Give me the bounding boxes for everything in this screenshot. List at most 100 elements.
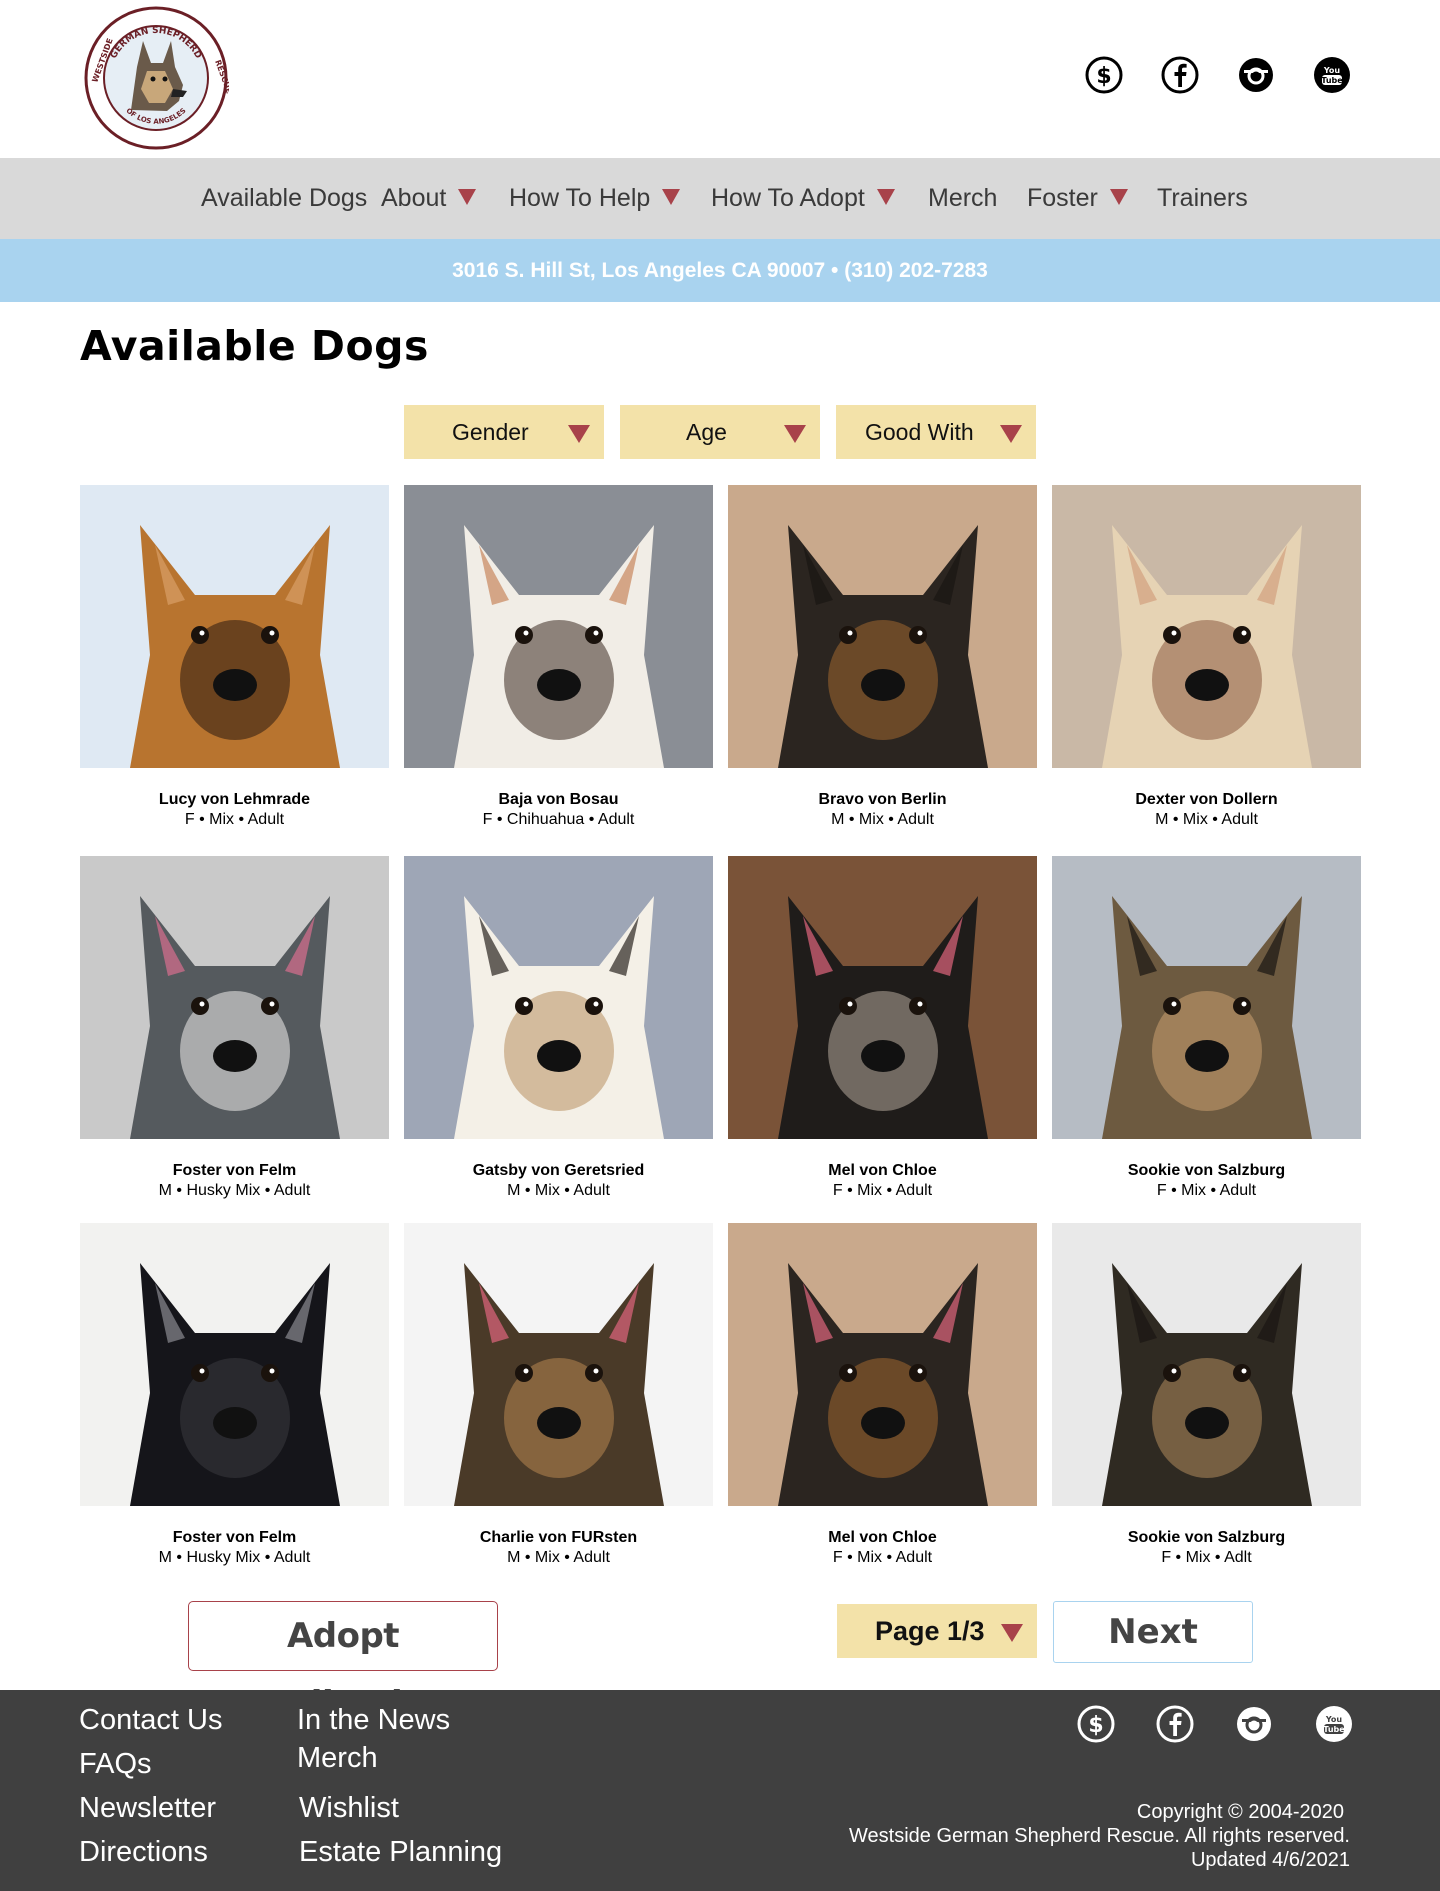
footer-link-in-the-news[interactable]: In the News [297,1704,450,1737]
dog-photo[interactable] [1052,1223,1361,1506]
caret-down-icon [1109,189,1128,206]
nav-label: About [381,184,447,212]
dog-photo[interactable] [728,1223,1037,1506]
nav-item-foster[interactable]: Foster [1027,158,1128,239]
svg-text:$: $ [1088,1713,1103,1738]
copyright-block: Copyright © 2004-2020 Westside German Sh… [849,1800,1350,1872]
instagram-icon[interactable] [1236,55,1276,95]
dog-card[interactable]: Sookie von Salzburg F • Mix • Adlt [1052,1223,1361,1568]
dog-name[interactable]: Foster von Felm [80,1528,389,1548]
dog-info: F • Mix • Adlt [1161,1549,1252,1566]
dog-name[interactable]: Bravo von Berlin [728,790,1037,810]
svg-text:$: $ [1096,64,1111,89]
updated-date: Updated 4/6/2021 [1190,1849,1350,1871]
dog-info: F • Mix • Adult [1156,1182,1257,1199]
dog-name[interactable]: Dexter von Dollern [1052,790,1361,810]
site-header: GERMAN SHEPHERD WESTSIDE RESCUE OF LOS A… [0,0,1440,158]
good-with-filter-select[interactable]: Good With [836,405,1036,459]
caret-down-icon [662,189,681,206]
dog-photo[interactable] [404,1223,713,1506]
dog-info: M • Mix • Adult [831,811,934,828]
dog-card[interactable]: Dexter von Dollern M • Mix • Adult [1052,485,1361,830]
dog-name[interactable]: Sookie von Salzburg [1052,1161,1361,1181]
youtube-icon[interactable]: You Tube [1312,55,1352,95]
youtube-icon[interactable]: You Tube [1314,1704,1354,1744]
footer-link-wishlist[interactable]: Wishlist [299,1792,399,1825]
address-bar: 3016 S. Hill St, Los Angeles CA 90007 • … [0,239,1440,302]
svg-text:You: You [1325,1715,1343,1724]
dog-info: F • Mix • Adult [832,1182,933,1199]
next-page-button[interactable]: Next [1053,1601,1253,1663]
site-footer: Contact Us FAQs Newsletter Directions In… [0,1690,1440,1891]
page-title: Available Dogs [80,322,429,370]
dog-info: M • Mix • Adult [507,1182,610,1199]
dog-photo[interactable] [80,1223,389,1506]
age-filter-select[interactable]: Age [620,405,820,459]
dog-name[interactable]: Foster von Felm [80,1161,389,1181]
nav-label: Merch [928,184,998,212]
dog-card[interactable]: Foster von Felm M • Husky Mix • Adult [80,856,389,1201]
dog-info: M • Mix • Adult [1155,811,1258,828]
adopt-application-button[interactable]: Adopt Application [188,1601,498,1724]
dog-photo[interactable] [728,485,1037,768]
page-select[interactable]: Page 1/3 [837,1604,1037,1658]
caret-down-icon [568,425,590,443]
dog-name[interactable]: Gatsby von Geretsried [404,1161,713,1181]
dog-name[interactable]: Charlie von FURsten [404,1528,713,1548]
dog-name[interactable]: Sookie von Salzburg [1052,1528,1361,1548]
copyright-line: Westside German Shepherd Rescue. All rig… [849,1825,1350,1847]
caret-down-icon [876,189,895,206]
facebook-icon[interactable] [1155,1704,1195,1744]
gender-filter-select[interactable]: Gender [404,405,604,459]
dog-card[interactable]: Bravo von Berlin M • Mix • Adult [728,485,1037,830]
footer-link-estate-planning[interactable]: Estate Planning [299,1836,502,1869]
nav-label: How To Adopt [711,184,865,212]
address-text: 3016 S. Hill St, Los Angeles CA 90007 • … [452,259,988,282]
dog-photo[interactable] [404,856,713,1139]
nav-item-available-dogs[interactable]: Available Dogs [201,158,367,239]
dog-name[interactable]: Baja von Bosau [404,790,713,810]
nav-item-how-to-help[interactable]: How To Help [509,158,681,239]
dog-photo[interactable] [1052,856,1361,1139]
dog-name[interactable]: Mel von Chloe [728,1161,1037,1181]
dog-card[interactable]: Foster von Felm M • Husky Mix • Adult [80,1223,389,1568]
dog-card[interactable]: Sookie von Salzburg F • Mix • Adult [1052,856,1361,1201]
nav-item-merch[interactable]: Merch [928,158,997,239]
page-select-label: Page 1/3 [875,1616,985,1646]
dog-photo[interactable] [80,485,389,768]
dog-card[interactable]: Lucy von Lehmrade F • Mix • Adult [80,485,389,830]
facebook-icon[interactable] [1160,55,1200,95]
svg-text:Tube: Tube [1321,76,1343,85]
nav-item-trainers[interactable]: Trainers [1157,158,1248,239]
footer-link-merch[interactable]: Merch [297,1742,378,1775]
rescue-logo[interactable]: GERMAN SHEPHERD WESTSIDE RESCUE OF LOS A… [83,5,234,151]
nav-item-about[interactable]: About [381,158,477,239]
footer-link-directions[interactable]: Directions [79,1836,208,1869]
nav-label: How To Help [509,184,651,212]
dog-card[interactable]: Baja von Bosau F • Chihuahua • Adult [404,485,713,830]
dog-card[interactable]: Gatsby von Geretsried M • Mix • Adult [404,856,713,1201]
dog-info: M • Husky Mix • Adult [158,1182,311,1199]
caret-down-icon [458,189,477,206]
dog-photo[interactable] [728,856,1037,1139]
footer-link-contact-us[interactable]: Contact Us [79,1704,222,1737]
dog-info: F • Chihuahua • Adult [482,811,635,828]
dog-card[interactable]: Mel von Chloe F • Mix • Adult [728,1223,1037,1568]
donate-dollar-icon[interactable]: $ [1076,1704,1116,1744]
svg-text:Tube: Tube [1323,1725,1345,1734]
dog-card[interactable]: Mel von Chloe F • Mix • Adult [728,856,1037,1201]
caret-down-icon [784,425,806,443]
dog-card[interactable]: Charlie von FURsten M • Mix • Adult [404,1223,713,1568]
dog-name[interactable]: Lucy von Lehmrade [80,790,389,810]
instagram-icon[interactable] [1234,1704,1274,1744]
footer-link-newsletter[interactable]: Newsletter [79,1792,216,1825]
donate-dollar-icon[interactable]: $ [1084,55,1124,95]
dog-info: M • Husky Mix • Adult [158,1549,311,1566]
dog-name[interactable]: Mel von Chloe [728,1528,1037,1548]
nav-item-how-to-adopt[interactable]: How To Adopt [711,158,895,239]
footer-link-faqs[interactable]: FAQs [79,1748,152,1781]
filter-label: Good With [865,419,974,445]
dog-photo[interactable] [404,485,713,768]
dog-photo[interactable] [1052,485,1361,768]
dog-photo[interactable] [80,856,389,1139]
